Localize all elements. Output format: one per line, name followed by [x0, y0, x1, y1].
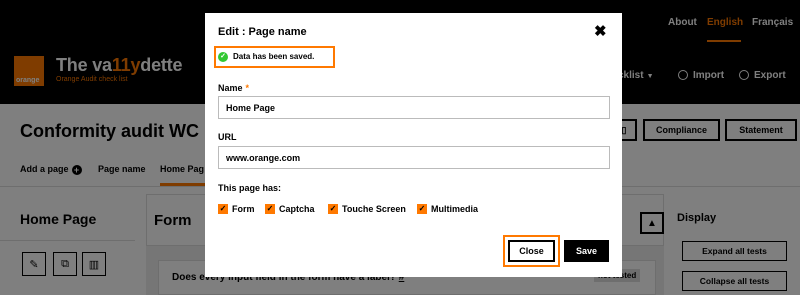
name-label: Name *	[218, 83, 250, 93]
close-icon[interactable]: ✖	[594, 22, 607, 40]
alert-message: Data has been saved.	[233, 52, 315, 61]
checkmark-icon: ✓	[218, 204, 228, 214]
close-button[interactable]: Close	[508, 240, 555, 262]
url-field[interactable]	[218, 146, 610, 169]
name-field[interactable]	[218, 96, 610, 119]
checkbox-multimedia[interactable]: ✓ Multimedia	[417, 204, 478, 214]
check-circle-icon: ✓	[218, 52, 228, 62]
save-button[interactable]: Save	[564, 240, 609, 262]
edit-page-modal: Edit : Page name ✖ ✓ Data has been saved…	[205, 13, 622, 277]
checkbox-captcha[interactable]: ✓ Captcha	[265, 204, 315, 214]
url-label: URL	[218, 132, 237, 142]
checkbox-touch-screen[interactable]: ✓ Touche Screen	[328, 204, 406, 214]
checkmark-icon: ✓	[265, 204, 275, 214]
required-marker: *	[245, 83, 250, 93]
checkbox-form[interactable]: ✓ Form	[218, 204, 255, 214]
checkmark-icon: ✓	[417, 204, 427, 214]
checkmark-icon: ✓	[328, 204, 338, 214]
page-features-label: This page has:	[218, 183, 282, 193]
modal-title: Edit : Page name	[218, 26, 307, 38]
